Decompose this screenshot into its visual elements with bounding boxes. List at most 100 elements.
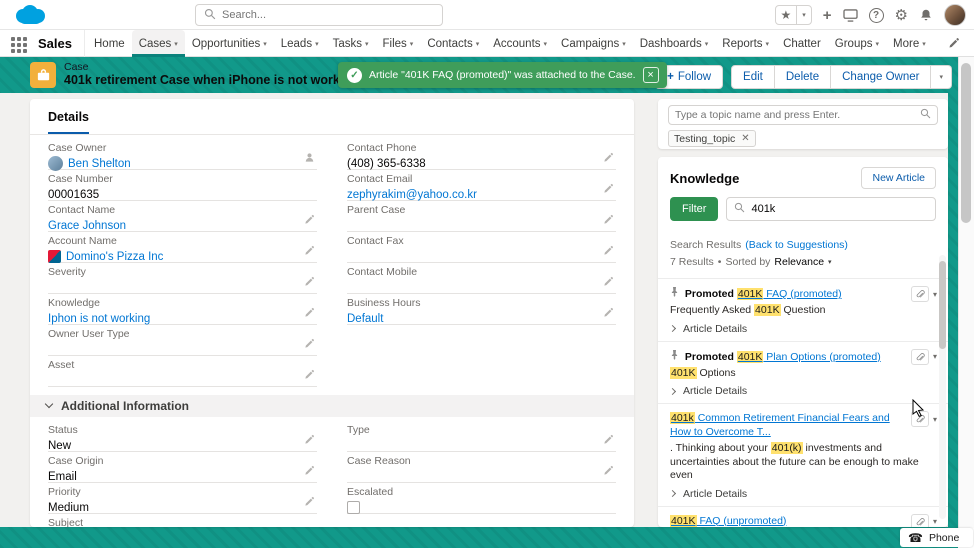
chevron-down-icon[interactable]: ▾ xyxy=(315,40,319,48)
tab-details[interactable]: Details xyxy=(48,110,89,134)
result-menu-caret-icon[interactable]: ▾ xyxy=(931,415,939,424)
remove-topic-icon[interactable]: ✕ xyxy=(741,133,749,144)
utility-phone-button[interactable]: ☎ Phone xyxy=(900,528,973,547)
attach-article-button[interactable] xyxy=(910,286,929,302)
tab-more[interactable]: More ▾ xyxy=(886,30,933,57)
chevron-down-icon[interactable]: ▾ xyxy=(476,40,480,48)
chevron-down-icon[interactable]: ▾ xyxy=(174,40,178,48)
tab-files[interactable]: Files ▾ xyxy=(376,30,421,57)
edit-field-icon[interactable] xyxy=(603,245,614,256)
edit-button[interactable]: Edit xyxy=(731,65,775,89)
article-title-link[interactable]: 401K FAQ (promoted) xyxy=(736,288,842,300)
chevron-down-icon[interactable]: ▾ xyxy=(410,40,414,48)
attach-article-button[interactable] xyxy=(910,411,929,427)
favorites-control[interactable]: ★ ▾ xyxy=(774,5,812,25)
edit-field-icon[interactable] xyxy=(304,369,315,380)
result-menu-caret-icon[interactable]: ▾ xyxy=(931,290,939,299)
topic-chip[interactable]: Testing_topic ✕ xyxy=(668,130,756,147)
account-name-link[interactable]: Domino's Pizza Inc xyxy=(66,251,163,263)
edit-field-icon[interactable] xyxy=(603,434,614,445)
more-actions-caret-button[interactable]: ▾ xyxy=(931,65,952,89)
edit-field-icon[interactable] xyxy=(603,276,614,287)
article-details-toggle[interactable]: Article Details xyxy=(668,488,936,500)
app-launcher-icon[interactable] xyxy=(11,37,27,53)
edit-field-icon[interactable] xyxy=(304,276,315,287)
chevron-down-icon[interactable]: ▾ xyxy=(705,40,709,48)
user-avatar[interactable] xyxy=(944,4,966,26)
article-title-link[interactable]: 401K FAQ (unpromoted) xyxy=(670,514,786,527)
edit-field-icon[interactable] xyxy=(304,307,315,318)
tab-home[interactable]: Home xyxy=(87,30,132,57)
article-details-toggle[interactable]: Article Details xyxy=(668,323,936,335)
global-add-icon[interactable]: + xyxy=(823,7,832,24)
knowledge-scrollbar[interactable] xyxy=(939,255,946,519)
sort-value[interactable]: Relevance xyxy=(774,256,824,268)
chevron-down-icon[interactable]: ▾ xyxy=(365,40,369,48)
chevron-down-icon[interactable]: ▾ xyxy=(922,40,926,48)
new-article-button[interactable]: New Article xyxy=(861,167,936,189)
tab-reports[interactable]: Reports ▾ xyxy=(715,30,776,57)
global-search-input[interactable] xyxy=(222,9,434,21)
edit-field-icon[interactable] xyxy=(603,214,614,225)
result-menu-caret-icon[interactable]: ▾ xyxy=(931,517,939,526)
chevron-down-icon[interactable]: ▾ xyxy=(876,40,880,48)
edit-nav-pencil-icon[interactable] xyxy=(948,37,960,52)
edit-field-icon[interactable] xyxy=(603,152,614,163)
tab-opportunities[interactable]: Opportunities ▾ xyxy=(185,30,274,57)
tab-tasks[interactable]: Tasks ▾ xyxy=(326,30,376,57)
edit-field-icon[interactable] xyxy=(603,465,614,476)
contact-name-link[interactable]: Grace Johnson xyxy=(48,220,126,232)
article-title-link[interactable]: 401K Plan Options (promoted) xyxy=(736,350,881,363)
delete-button[interactable]: Delete xyxy=(774,65,832,89)
toast-close-icon[interactable]: × xyxy=(642,67,659,83)
tab-campaigns[interactable]: Campaigns ▾ xyxy=(554,30,633,57)
case-owner-link[interactable]: Ben Shelton xyxy=(68,158,131,170)
knowledge-search[interactable] xyxy=(726,197,936,221)
page-scrollbar[interactable] xyxy=(958,57,974,528)
business-hours-link[interactable]: Default xyxy=(347,313,383,325)
contact-email-link[interactable]: zephyrakim@yahoo.co.kr xyxy=(347,189,477,201)
notifications-bell-icon[interactable] xyxy=(919,8,933,22)
help-icon[interactable]: ? xyxy=(868,7,884,23)
edit-field-icon[interactable] xyxy=(304,338,315,349)
edit-field-icon[interactable] xyxy=(304,496,315,507)
tab-chatter[interactable]: Chatter xyxy=(776,30,828,57)
topic-input-wrapper[interactable] xyxy=(668,105,938,125)
knowledge-search-input[interactable] xyxy=(751,203,928,215)
escalated-checkbox[interactable] xyxy=(347,501,360,514)
back-to-suggestions-link[interactable]: (Back to Suggestions) xyxy=(745,239,848,251)
edit-field-icon[interactable] xyxy=(603,183,614,194)
chevron-down-icon[interactable]: ▾ xyxy=(828,258,832,266)
guidance-icon[interactable] xyxy=(842,8,858,22)
tab-cases[interactable]: Cases ▾ xyxy=(131,30,185,57)
tab-dashboards[interactable]: Dashboards ▾ xyxy=(633,30,716,57)
article-details-toggle[interactable]: Article Details xyxy=(668,385,936,397)
scrollbar-thumb[interactable] xyxy=(939,261,946,349)
edit-field-icon[interactable] xyxy=(603,307,614,318)
global-search[interactable] xyxy=(195,4,443,26)
chevron-down-icon[interactable]: ▾ xyxy=(263,40,267,48)
chevron-down-icon[interactable]: ▾ xyxy=(766,40,770,48)
result-menu-caret-icon[interactable]: ▾ xyxy=(931,352,939,361)
attach-article-button[interactable] xyxy=(910,513,929,527)
additional-information-section-header[interactable]: Additional Information xyxy=(30,395,634,417)
chevron-down-icon[interactable]: ▾ xyxy=(544,40,548,48)
article-title-link[interactable]: 401k Common Retirement Financial Fears a… xyxy=(670,412,890,438)
edit-field-icon[interactable] xyxy=(304,245,315,256)
edit-field-icon[interactable] xyxy=(304,434,315,445)
tab-contacts[interactable]: Contacts ▾ xyxy=(420,30,486,57)
attach-article-button[interactable] xyxy=(910,348,929,365)
change-owner-button[interactable]: Change Owner xyxy=(831,65,932,89)
filter-button[interactable]: Filter xyxy=(670,197,719,221)
favorites-star-icon[interactable]: ★ xyxy=(776,6,797,24)
edit-field-icon[interactable] xyxy=(304,465,315,476)
chevron-down-icon[interactable]: ▾ xyxy=(622,40,626,48)
knowledge-link[interactable]: Iphon is not working xyxy=(48,313,150,325)
change-owner-icon[interactable] xyxy=(304,152,315,163)
favorites-caret-icon[interactable]: ▾ xyxy=(796,6,811,24)
edit-field-icon[interactable] xyxy=(304,214,315,225)
tab-leads[interactable]: Leads ▾ xyxy=(274,30,326,57)
scrollbar-thumb[interactable] xyxy=(961,63,971,223)
topic-input[interactable] xyxy=(675,109,914,121)
setup-gear-icon[interactable]: ⚙ xyxy=(895,6,908,24)
